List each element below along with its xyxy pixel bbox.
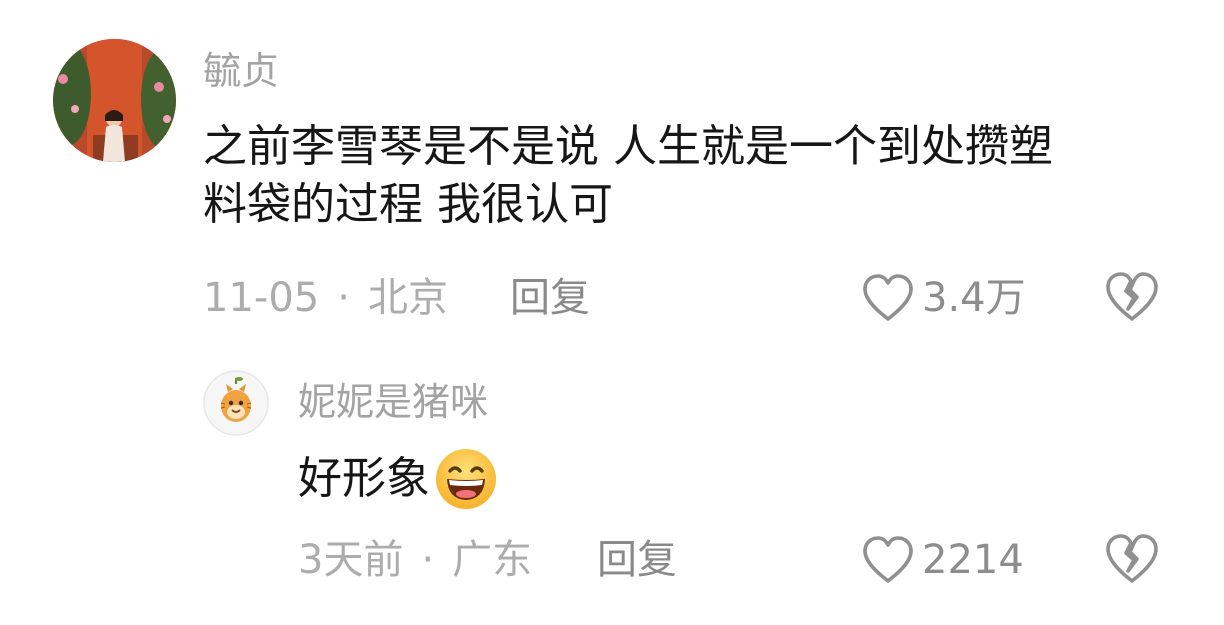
dislike-button[interactable]	[1104, 533, 1160, 585]
dislike-button[interactable]	[1104, 271, 1160, 323]
comment-text: 之前李雪琴是不是说 人生就是一个到处攒塑 料袋的过程 我很认可	[203, 118, 1193, 234]
comment-thread: 毓贞 之前李雪琴是不是说 人生就是一个到处攒塑 料袋的过程 我很认可 11-05…	[0, 0, 1224, 625]
like-button[interactable]: 2214	[862, 534, 1024, 586]
reply-location: 广东	[452, 537, 533, 583]
reply-username[interactable]: 妮妮是猪咪	[298, 383, 488, 421]
avatar-photo-icon	[53, 39, 176, 162]
reply-text: 好形象	[298, 447, 498, 511]
like-button[interactable]: 3.4万	[862, 272, 1026, 324]
reply-meta: 3天前 · 广东	[298, 540, 532, 580]
heart-outline-icon	[863, 536, 913, 583]
comment-text-line-2: 料袋的过程 我很认可	[203, 179, 613, 230]
meta-separator: ·	[337, 275, 350, 321]
comment-text-line-1: 之前李雪琴是不是说 人生就是一个到处攒塑	[203, 121, 1053, 172]
comment-location: 北京	[367, 275, 448, 321]
like-count: 3.4万	[922, 275, 1026, 321]
heart-outline-icon	[863, 274, 913, 321]
like-count: 2214	[922, 537, 1024, 583]
reply-text-body: 好形象	[298, 453, 430, 504]
broken-heart-icon	[1106, 272, 1158, 321]
reply-button[interactable]: 回复	[597, 540, 677, 580]
comment-meta: 11-05 · 北京	[203, 278, 448, 318]
reply-button[interactable]: 回复	[510, 278, 590, 318]
comment-date: 11-05	[203, 275, 320, 321]
user-avatar[interactable]	[53, 39, 176, 162]
broken-heart-icon	[1106, 534, 1158, 583]
cartoon-cat-avatar-icon	[203, 370, 269, 436]
reply-avatar[interactable]	[203, 370, 269, 436]
comment-username[interactable]: 毓贞	[203, 52, 279, 90]
meta-separator: ·	[421, 537, 435, 583]
grinning-face-emoji-icon	[434, 447, 498, 511]
reply-date: 3天前	[298, 537, 404, 583]
